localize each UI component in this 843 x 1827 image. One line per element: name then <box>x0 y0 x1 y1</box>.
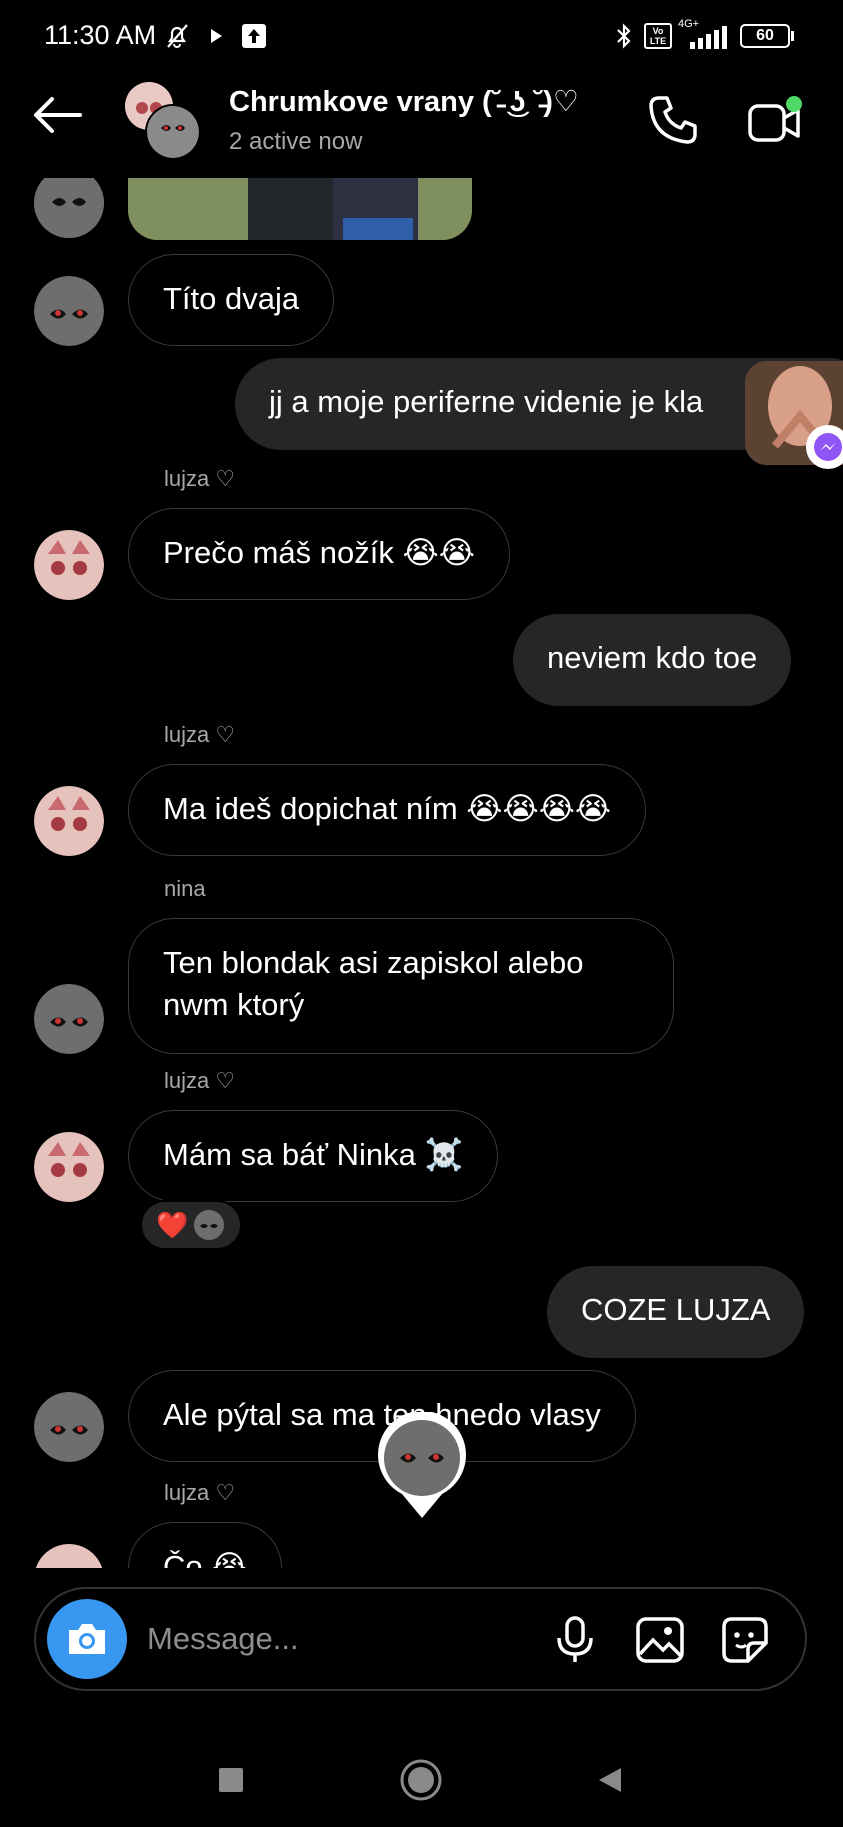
nav-back-button[interactable] <box>582 1752 638 1808</box>
sender-name: lujza ♡ <box>164 466 236 491</box>
microphone-icon <box>557 1616 593 1662</box>
message-thread[interactable]: Títo dvaja jj a moje periferne videnie j… <box>0 178 843 1568</box>
message-bubble-outgoing[interactable]: COZE LUJZA <box>547 1266 805 1358</box>
image-icon <box>636 1617 684 1663</box>
sticker-button[interactable] <box>716 1611 774 1669</box>
sticker-icon <box>722 1617 768 1663</box>
avatar[interactable] <box>34 178 104 238</box>
reaction-pill[interactable]: ❤️ <box>140 1200 242 1250</box>
avatar[interactable] <box>34 1132 104 1202</box>
message-input[interactable] <box>145 1613 449 1665</box>
message-composer <box>34 1587 807 1691</box>
signal-icon: 4G+ <box>678 18 730 50</box>
photo-message[interactable] <box>128 178 472 240</box>
message-bubble-outgoing[interactable]: neviem kdo toe <box>513 614 792 706</box>
upload-icon <box>240 22 268 50</box>
triangle-back-icon <box>599 1768 621 1792</box>
avatar[interactable] <box>34 1392 104 1462</box>
member-avatar-cat-grey <box>145 104 201 160</box>
microphone-button[interactable] <box>546 1611 604 1669</box>
reaction-emoji: ❤️ <box>156 1209 189 1240</box>
volte-badge: Vo LTE <box>643 22 673 50</box>
gallery-button[interactable] <box>631 1611 689 1669</box>
group-title[interactable]: Chrumkove vrany (˘̵ ͜ʖ ˘̵)♡ <box>229 84 579 119</box>
sender-name: lujza ♡ <box>164 1480 236 1505</box>
avatar[interactable] <box>34 786 104 856</box>
avatar[interactable] <box>34 1544 104 1568</box>
avatar[interactable] <box>34 530 104 600</box>
home-button[interactable] <box>393 1752 449 1808</box>
battery-icon: 60 <box>740 22 794 50</box>
messenger-icon <box>806 425 843 469</box>
play-icon <box>206 22 226 50</box>
read-receipt-pin[interactable] <box>376 1410 468 1522</box>
voice-call-button[interactable] <box>645 92 701 148</box>
mute-bell-icon <box>162 22 192 50</box>
camera-button[interactable] <box>47 1599 127 1679</box>
square-icon <box>219 1768 243 1792</box>
message-bubble[interactable]: Títo dvaja <box>128 254 335 346</box>
group-avatar[interactable] <box>125 82 201 160</box>
active-dot <box>786 96 802 112</box>
video-call-button[interactable] <box>746 92 804 150</box>
video-camera-icon <box>748 96 802 142</box>
sender-name: nina <box>164 876 206 901</box>
message-bubble[interactable]: Čo 😭 <box>128 1522 283 1568</box>
camera-icon <box>69 1624 105 1654</box>
reactor-avatar <box>194 1210 225 1240</box>
status-time: 11:30 AM <box>44 20 157 50</box>
back-arrow-icon <box>34 97 82 133</box>
avatar[interactable] <box>34 984 104 1054</box>
circle-icon <box>400 1759 442 1801</box>
phone-icon <box>649 96 697 144</box>
bluetooth-icon <box>613 22 635 50</box>
message-bubble[interactable]: Ma ideš dopichat ním 😭😭😭😭 <box>128 764 647 856</box>
avatar[interactable] <box>34 276 104 346</box>
message-bubble[interactable]: Ten blondak asi zapiskol alebo nwm ktorý <box>128 918 674 1054</box>
message-bubble[interactable]: Mám sa báť Ninka ☠️ <box>128 1110 499 1202</box>
active-status: 2 active now <box>229 128 363 155</box>
sender-name: lujza ♡ <box>164 1068 236 1093</box>
back-button[interactable] <box>30 95 90 145</box>
message-bubble[interactable]: Prečo máš nožík 😭😭 <box>128 508 510 600</box>
recents-button[interactable] <box>203 1752 259 1808</box>
sender-name: lujza ♡ <box>164 722 236 747</box>
